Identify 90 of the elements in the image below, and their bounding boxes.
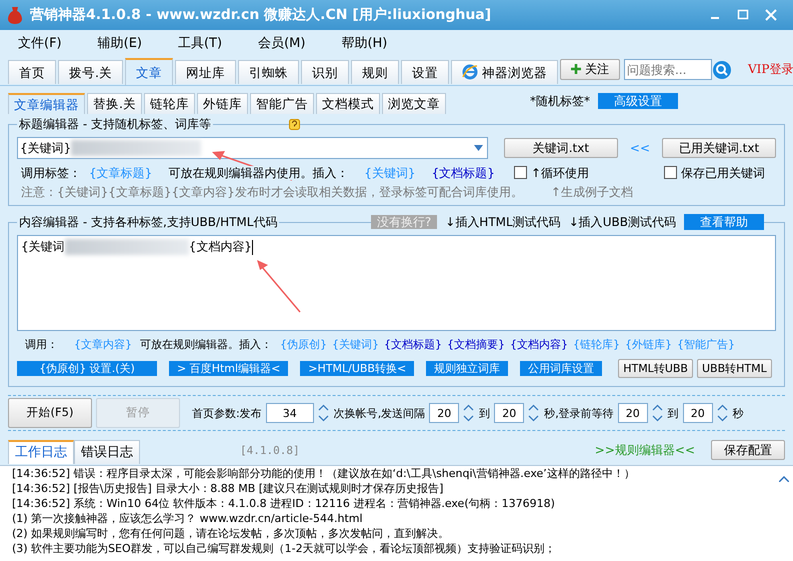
- keyword-field[interactable]: {关键词}: [17, 137, 488, 159]
- search-icon[interactable]: [712, 60, 732, 80]
- plus-icon: [570, 64, 581, 74]
- tab[interactable]: 浏览文章: [382, 92, 446, 114]
- random-tag-label: *随机标签*: [530, 94, 590, 108]
- tab[interactable]: 文章编辑器: [8, 92, 85, 114]
- param-label: 到: [479, 406, 490, 420]
- tab[interactable]: 文章: [124, 58, 173, 85]
- param-label: 到: [668, 406, 679, 420]
- menu-item[interactable]: 文件(F): [0, 36, 80, 52]
- save-config-button[interactable]: 保存配置: [711, 440, 785, 460]
- app-icon: [8, 6, 22, 24]
- arrow-drawing: [257, 260, 301, 312]
- log-line: (2) 如果规则编写时，您有任何问题，请在论坛发帖，多次顶帖，多次发帖问，直到解决。: [12, 526, 450, 542]
- setting-button[interactable]: 公用词库设置: [520, 361, 602, 376]
- log-line: (1) 第一次接触神器，应该怎么学习？ www.wzdr.cn/article-544.html: [12, 511, 364, 526]
- scrollbar-up-icon[interactable]: [779, 476, 789, 482]
- advanced-settings-button[interactable]: 高级设置: [598, 92, 678, 110]
- generate-sample-link[interactable]: ↑生成例子文档: [550, 184, 633, 200]
- tab[interactable]: 文档模式: [316, 92, 380, 114]
- follow-button[interactable]: 关注: [560, 59, 620, 80]
- convert-button[interactable]: UBB转HTML: [696, 359, 772, 378]
- log-line: [14:36:52] [报告\历史报告] 目录大小：8.88 MB [建议只在测试规则时才保存历史报告]: [12, 481, 444, 496]
- tag-link[interactable]: {文档标题}: [384, 338, 442, 352]
- spinner-icon[interactable]: [652, 403, 664, 424]
- tab[interactable]: 智能广告: [250, 92, 314, 114]
- number-field[interactable]: 20: [429, 403, 460, 424]
- tab[interactable]: 网址库: [174, 60, 236, 84]
- notice-text: 注意：{关键词}{文章标题}{文章内容}发布时才会读取相关数据，登录标签可配合词库使用。: [21, 184, 523, 200]
- menu-item[interactable]: 工具(T): [160, 36, 240, 52]
- param-label: 秒,登录前等待: [544, 406, 614, 420]
- window-title: 营销神器4.1.0.8 - www.wzdr.cn 微赚达人.CN [用户:liuxionghua]: [30, 6, 492, 24]
- tag-link[interactable]: {文档摘要}: [447, 338, 505, 352]
- number-field[interactable]: 34: [266, 403, 314, 424]
- spinner-icon[interactable]: [463, 403, 476, 424]
- group-title: 内容编辑器 - 支持各种标签,支持UBB/HTML代码: [17, 215, 280, 230]
- menu-item[interactable]: 辅助(E): [80, 36, 160, 52]
- spinner-icon[interactable]: [716, 403, 729, 424]
- spinner-icon[interactable]: [528, 403, 540, 424]
- tab[interactable]: 设置: [400, 60, 449, 84]
- group-title: 标题编辑器 - 支持随机标签、词库等: [17, 117, 213, 132]
- menu-item[interactable]: 会员(M): [240, 36, 324, 52]
- tab[interactable]: 拨号.关: [58, 60, 123, 84]
- used-keyword-file-button[interactable]: 已用关键词.txt: [662, 138, 776, 158]
- vip-login-link[interactable]: VIP登录: [748, 62, 793, 77]
- tab[interactable]: 引蜘蛛: [238, 60, 299, 84]
- setting-button[interactable]: {伪原创} 设置.(关): [17, 361, 157, 376]
- convert-button[interactable]: HTML转UBB: [618, 359, 693, 378]
- insert-ubb-link[interactable]: ↓插入UBB测试代码: [568, 215, 676, 230]
- param-label: 首页参数:发布: [192, 406, 262, 420]
- keyword-file-button[interactable]: 关键词.txt: [504, 138, 618, 158]
- tab[interactable]: 外链库: [196, 92, 248, 114]
- number-field[interactable]: 20: [494, 403, 524, 424]
- call-tag-label: 调用标签：: [21, 166, 81, 180]
- tab[interactable]: 神器浏览器: [450, 60, 558, 84]
- tag-link[interactable]: {文档内容}: [510, 338, 568, 352]
- text-cursor: [252, 240, 253, 254]
- tab[interactable]: 工作日志: [8, 440, 74, 464]
- browser-icon: [462, 64, 478, 80]
- help-button[interactable]: 查看帮助: [684, 214, 764, 230]
- log-line: [14:36:52] 错误：程序目录太深，可能会影响部分功能的使用！（建议放在如‘d:\工具\shenqi\营销神器.exe’这样的路径中！）: [12, 466, 636, 482]
- param-label: 次换帐号,发送间隔: [334, 406, 426, 420]
- number-field[interactable]: 20: [682, 403, 713, 424]
- search-field[interactable]: 问题搜索...: [624, 59, 712, 80]
- tag-link[interactable]: {文档标题}: [432, 166, 495, 180]
- log-line: [14:36:52] 系统：Win10 64位 软件版本：4.1.0.8 进程ID：12116 进程名：营销神器.exe(句柄：1376918): [12, 496, 556, 512]
- usage-note: 可放在规则编辑器。插入：: [140, 338, 272, 352]
- start-button[interactable]: 开始(F5): [8, 398, 92, 428]
- content-textarea[interactable]: {关键词 {文档内容}: [17, 235, 776, 331]
- tab[interactable]: 替换.关: [87, 92, 142, 114]
- help-icon: [289, 119, 300, 130]
- spinner-icon[interactable]: [318, 403, 330, 424]
- menu-item[interactable]: 帮助(H): [323, 36, 406, 52]
- tab[interactable]: 识别: [300, 60, 349, 84]
- setting-button[interactable]: > 百度Html编辑器<: [169, 361, 288, 376]
- setting-button[interactable]: >HTML/UBB转换<: [300, 361, 414, 376]
- version-label: [4.1.0.8]: [240, 444, 300, 457]
- tab[interactable]: 首页: [8, 60, 56, 84]
- tab[interactable]: 规则: [350, 60, 399, 84]
- dropdown-caret-icon[interactable]: [474, 145, 483, 151]
- checkbox[interactable]: ↑循环使用: [514, 166, 664, 180]
- checkbox[interactable]: 保存已用关键词: [664, 166, 776, 180]
- tab[interactable]: 链轮库: [144, 92, 195, 114]
- log-line: (3) 软件主要功能为SEO群发，可以自己编写群发规则（1-2天就可以学会，看论坛顶部视频）支持验证码识别；: [12, 541, 557, 556]
- setting-button[interactable]: 规则独立词库: [426, 361, 508, 376]
- call-tag-label: 调用：: [25, 338, 58, 352]
- tab[interactable]: 错误日志: [74, 440, 140, 464]
- insert-html-link[interactable]: ↓插入HTML测试代码: [445, 215, 561, 230]
- number-field[interactable]: 20: [618, 403, 648, 424]
- param-label: 秒: [732, 406, 744, 420]
